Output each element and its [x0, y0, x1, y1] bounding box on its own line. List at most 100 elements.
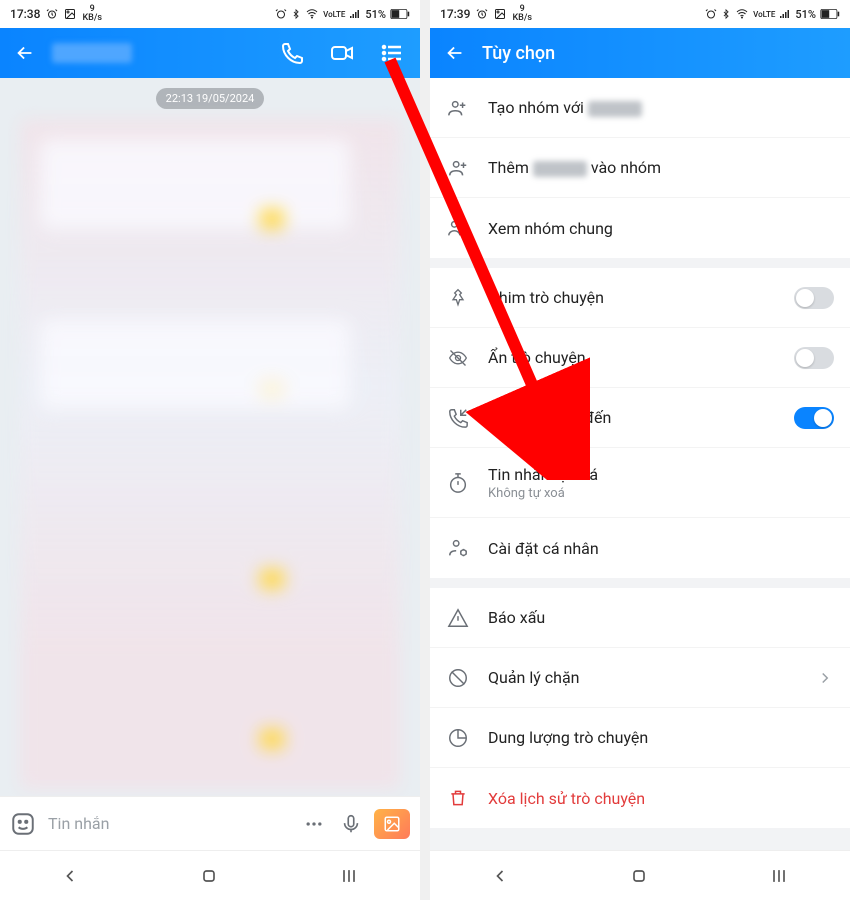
auto-delete-row[interactable]: Tin nhắn tự xoá Không tự xoá	[430, 448, 850, 518]
image-icon	[382, 815, 402, 833]
nav-home-icon[interactable]	[629, 866, 649, 886]
nav-recents-icon[interactable]	[768, 866, 790, 886]
hide-row[interactable]: Ẩn trò chuyện	[430, 328, 850, 388]
voice-call-button[interactable]	[272, 41, 312, 65]
alarm2-icon	[275, 8, 287, 20]
row-label: Báo xấu	[488, 608, 834, 627]
row-label: Báo cuộc gọi đến	[488, 408, 776, 427]
clock-text: 17:38	[10, 7, 40, 21]
menu-button[interactable]	[372, 41, 412, 65]
group-add-icon	[447, 97, 469, 119]
contact-name-blurred	[52, 43, 132, 63]
delete-history-row[interactable]: Xóa lịch sử trò chuyện	[430, 768, 850, 828]
date-chip: 22:13 19/05/2024	[156, 88, 265, 109]
back-button[interactable]	[8, 42, 42, 64]
more-icon[interactable]	[300, 814, 328, 834]
clock-text: 17:39	[440, 7, 470, 21]
row-label: Xóa lịch sử trò chuyện	[488, 789, 834, 808]
row-label: Dung lượng trò chuyện	[488, 728, 834, 747]
phone-right: 17:39 9 KB/s VoLTE 51%	[430, 0, 850, 900]
battery-pct: 51%	[365, 8, 386, 21]
message-input-bar: Tin nhắn	[0, 796, 420, 850]
net-speed: 9 KB/s	[82, 5, 102, 23]
battery-icon	[390, 8, 410, 20]
person-gear-icon	[447, 537, 469, 559]
system-nav-bar	[0, 850, 420, 900]
mic-icon[interactable]	[340, 812, 362, 836]
common-groups-row[interactable]: Xem nhóm chung	[430, 198, 850, 258]
nav-back-icon[interactable]	[60, 866, 80, 886]
block-icon	[447, 667, 469, 689]
battery-pct: 51%	[795, 8, 816, 21]
back-button[interactable]	[438, 42, 472, 64]
row-label: Quản lý chặn	[488, 668, 798, 687]
image-icon	[494, 8, 506, 20]
volte-text: VoLTE	[753, 10, 775, 19]
nav-back-icon[interactable]	[490, 866, 510, 886]
warning-icon	[447, 607, 469, 629]
call-incoming-icon	[447, 407, 469, 429]
row-label: Ghim trò chuyện	[488, 288, 776, 307]
block-row[interactable]: Quản lý chặn	[430, 648, 850, 708]
row-label: Xem nhóm chung	[488, 219, 834, 238]
eye-off-icon	[447, 348, 469, 368]
nav-recents-icon[interactable]	[338, 866, 360, 886]
call-notify-row[interactable]: Báo cuộc gọi đến	[430, 388, 850, 448]
battery-icon	[820, 8, 840, 20]
row-label: Cài đặt cá nhân	[488, 539, 834, 558]
net-speed: 9 KB/s	[512, 5, 532, 23]
row-sublabel: Không tự xoá	[488, 486, 834, 501]
bluetooth-icon	[291, 8, 301, 20]
add-to-group-row[interactable]: Thêm vào nhóm	[430, 138, 850, 198]
bluetooth-icon	[721, 8, 731, 20]
people-icon	[447, 217, 469, 239]
system-nav-bar	[430, 850, 850, 900]
signal-icon	[779, 8, 791, 20]
timer-icon	[447, 472, 469, 494]
call-notify-toggle[interactable]	[794, 407, 834, 429]
wifi-icon	[735, 8, 749, 20]
chat-body[interactable]: 22:13 19/05/2024	[0, 78, 420, 796]
create-group-row[interactable]: Tạo nhóm với	[430, 78, 850, 138]
person-add-icon	[447, 157, 469, 179]
hide-toggle[interactable]	[794, 347, 834, 369]
trash-icon	[448, 787, 468, 809]
status-bar: 17:39 9 KB/s VoLTE 51%	[430, 0, 850, 28]
row-label: Ẩn trò chuyện	[488, 348, 776, 367]
gallery-button[interactable]	[374, 809, 410, 839]
chevron-right-icon	[816, 669, 834, 687]
options-list[interactable]: Tạo nhóm với Thêm vào nhóm Xem nhóm chun…	[430, 78, 850, 850]
pin-toggle[interactable]	[794, 287, 834, 309]
alarm-icon	[46, 8, 58, 20]
alarm2-icon	[705, 8, 717, 20]
phone-left: 17:38 9 KB/s VoLTE 51%	[0, 0, 420, 900]
report-row[interactable]: Báo xấu	[430, 588, 850, 648]
pin-row[interactable]: Ghim trò chuyện	[430, 268, 850, 328]
video-call-button[interactable]	[322, 41, 362, 65]
sticker-icon[interactable]	[10, 811, 36, 837]
arrow-left-icon	[14, 42, 36, 64]
row-label: Tin nhắn tự xoá	[488, 465, 834, 484]
pie-icon	[447, 727, 469, 749]
chat-header	[0, 28, 420, 78]
personal-settings-row[interactable]: Cài đặt cá nhân	[430, 518, 850, 578]
wifi-icon	[305, 8, 319, 20]
chat-messages-blurred	[20, 119, 400, 789]
arrow-left-icon	[444, 42, 466, 64]
signal-icon	[349, 8, 361, 20]
nav-home-icon[interactable]	[199, 866, 219, 886]
options-header: Tùy chọn	[430, 28, 850, 78]
alarm-icon	[476, 8, 488, 20]
phone-icon	[280, 41, 304, 65]
volte-text: VoLTE	[323, 10, 345, 19]
row-label: Thêm vào nhóm	[488, 158, 834, 177]
status-bar: 17:38 9 KB/s VoLTE 51%	[0, 0, 420, 28]
video-icon	[329, 41, 355, 65]
menu-list-icon	[380, 41, 404, 65]
pin-icon	[448, 288, 468, 308]
storage-row[interactable]: Dung lượng trò chuyện	[430, 708, 850, 768]
image-icon	[64, 8, 76, 20]
message-input[interactable]: Tin nhắn	[48, 814, 288, 833]
row-label: Tạo nhóm với	[488, 98, 834, 117]
page-title: Tùy chọn	[482, 43, 555, 64]
